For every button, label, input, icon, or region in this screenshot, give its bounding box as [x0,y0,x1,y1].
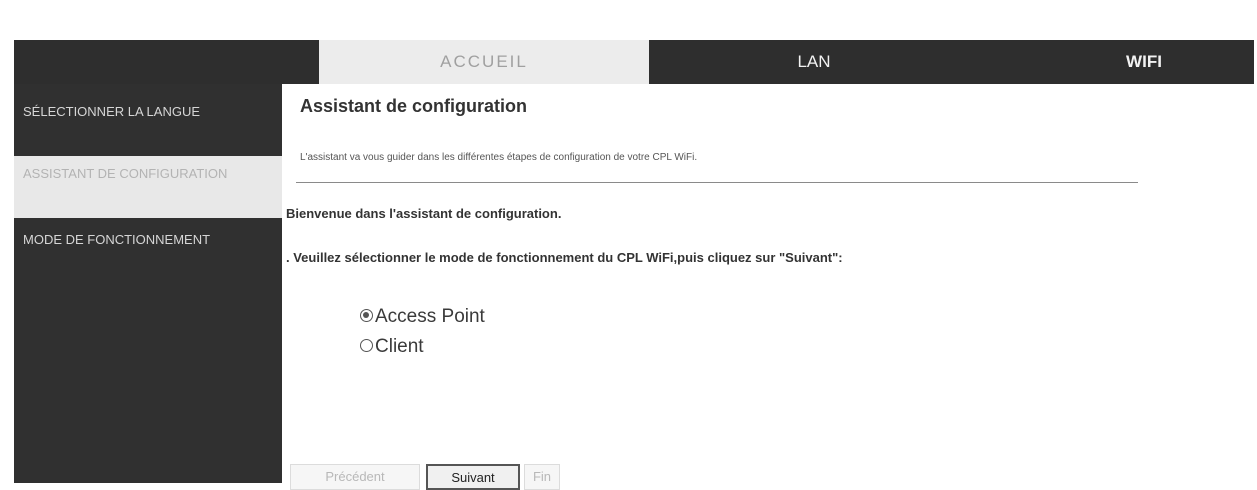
option-access-point-label: Access Point [375,306,485,327]
radio-client[interactable] [360,339,373,352]
instruction-text: . Veuillez sélectionner le mode de fonct… [286,250,843,265]
sidebar-item-operating-mode[interactable]: Mode de fonctionnement [14,222,282,302]
finish-button[interactable]: Fin [524,464,560,490]
radio-access-point[interactable] [360,309,373,322]
intro-text: L'assistant va vous guider dans les diff… [300,152,698,163]
sidebar-item-select-language[interactable]: Sélectionner la langue [14,94,282,156]
next-button[interactable]: Suivant [426,464,520,490]
sidebar: Sélectionner la langue Assistant de conf… [14,84,282,483]
option-client-label: Client [375,336,424,357]
welcome-text: Bienvenue dans l'assistant de configurat… [286,206,562,221]
router-config-page: ACCUEIL LAN WIFI Sélectionner la langue … [14,40,1254,490]
option-access-point[interactable]: Access Point [360,306,485,328]
tab-accueil[interactable]: ACCUEIL [319,40,649,84]
divider [296,182,1138,183]
option-client[interactable]: Client [360,336,424,358]
tab-lan[interactable]: LAN [714,40,914,84]
page-title: Assistant de configuration [300,96,528,116]
tab-wifi[interactable]: WIFI [1084,40,1204,84]
previous-button[interactable]: Précédent [290,464,420,490]
main-content: Assistant de configuration L'assistant v… [282,84,1254,490]
top-navigation: ACCUEIL LAN WIFI [14,40,1254,84]
sidebar-item-setup-wizard[interactable]: Assistant de configuration [14,156,282,218]
